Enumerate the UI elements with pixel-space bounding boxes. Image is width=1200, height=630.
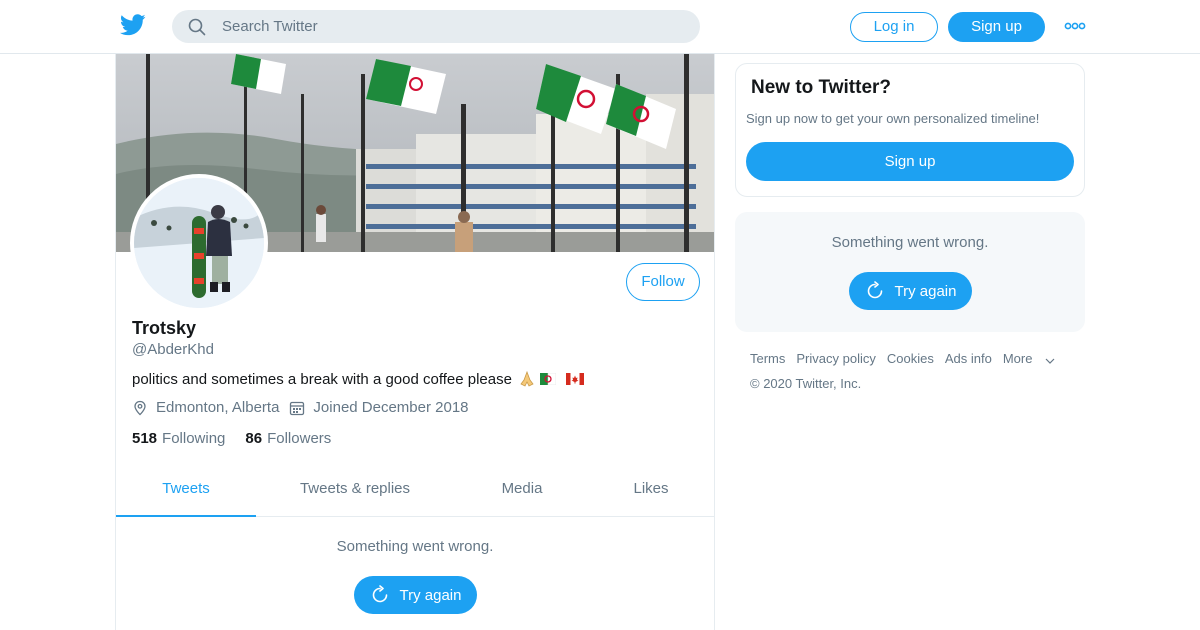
follow-button[interactable]: Follow xyxy=(626,263,700,301)
footer-link-ads-info[interactable]: Ads info xyxy=(945,351,992,366)
new-to-twitter-title: New to Twitter? xyxy=(751,77,892,98)
profile-location: Edmonton, Alberta xyxy=(132,399,279,416)
following-stat[interactable]: 518 Following xyxy=(132,430,225,447)
more-options-icon[interactable] xyxy=(1064,18,1086,34)
new-to-twitter-card: New to Twitter? Sign up now to get your … xyxy=(735,63,1085,197)
chevron-down-icon xyxy=(1046,358,1055,364)
avatar-photo xyxy=(134,178,264,308)
sidebar-error-text: Something went wrong. xyxy=(831,234,989,251)
signup-button[interactable]: Sign up xyxy=(948,12,1045,42)
sidebar-signup-button[interactable]: Sign up xyxy=(746,142,1074,181)
profile-column: Follow Trotsky @AbderKhd politics and so… xyxy=(115,54,715,630)
timeline-retry-button[interactable]: Try again xyxy=(354,576,477,614)
footer-link-terms[interactable]: Terms xyxy=(750,351,785,366)
profile-avatar[interactable] xyxy=(130,174,268,312)
timeline-error-text: Something went wrong. xyxy=(336,538,494,555)
location-text: Edmonton, Alberta xyxy=(156,399,280,416)
joined-text: Joined December 2018 xyxy=(313,399,469,416)
refresh-icon xyxy=(867,281,882,299)
location-pin-icon xyxy=(134,400,146,415)
search-icon xyxy=(188,18,206,36)
following-count: 518 xyxy=(132,430,158,447)
profile-handle[interactable]: @AbderKhd xyxy=(132,341,214,358)
footer-links: Terms Privacy policy Cookies Ads info Mo… xyxy=(750,351,1066,366)
followers-count: 86 xyxy=(245,430,263,447)
footer-more-label: More xyxy=(1002,351,1033,366)
bio-text: politics and sometimes a break with a go… xyxy=(132,370,512,388)
profile-meta: Edmonton, Alberta Joined December 2018 xyxy=(132,399,479,416)
search-box[interactable] xyxy=(172,10,700,43)
profile-name: Trotsky xyxy=(132,318,197,338)
profile-joined: Joined December 2018 xyxy=(289,399,469,416)
footer-link-privacy[interactable]: Privacy policy xyxy=(796,351,875,366)
sidebar-retry-label: Try again xyxy=(894,282,957,300)
profile-tabs: Tweets Tweets & replies Media Likes xyxy=(116,468,714,517)
copyright-text: © 2020 Twitter, Inc. xyxy=(750,376,862,391)
following-label: Following xyxy=(162,430,226,447)
sidebar-error-card: Something went wrong. Try again xyxy=(735,212,1085,332)
profile-stats: 518 Following 86 Followers xyxy=(132,430,351,447)
login-button[interactable]: Log in xyxy=(850,12,938,42)
top-bar: Log in Sign up xyxy=(0,0,1200,54)
algeria-flag-icon xyxy=(539,373,556,385)
footer-link-cookies[interactable]: Cookies xyxy=(887,351,934,366)
profile-bio: politics and sometimes a break with a go… xyxy=(132,370,584,388)
tab-likes[interactable]: Likes xyxy=(611,468,691,517)
followers-label: Followers xyxy=(267,430,332,447)
timeline-retry-label: Try again xyxy=(399,586,462,604)
praying-hands-icon xyxy=(520,370,534,387)
search-input[interactable] xyxy=(222,10,682,43)
canada-flag-icon xyxy=(565,373,584,385)
footer-link-more[interactable]: More xyxy=(1003,351,1056,366)
twitter-bird-icon[interactable] xyxy=(120,14,146,36)
refresh-icon xyxy=(372,585,387,603)
calendar-icon xyxy=(290,401,305,415)
tab-tweets[interactable]: Tweets xyxy=(116,468,256,517)
new-to-twitter-subtitle: Sign up now to get your own personalized… xyxy=(746,111,1040,126)
bio-emoji-group xyxy=(518,370,584,388)
tab-media[interactable]: Media xyxy=(478,468,566,517)
tab-tweets-and-replies[interactable]: Tweets & replies xyxy=(281,468,429,517)
sidebar-retry-button[interactable]: Try again xyxy=(849,272,972,310)
followers-stat[interactable]: 86 Followers xyxy=(245,430,331,447)
